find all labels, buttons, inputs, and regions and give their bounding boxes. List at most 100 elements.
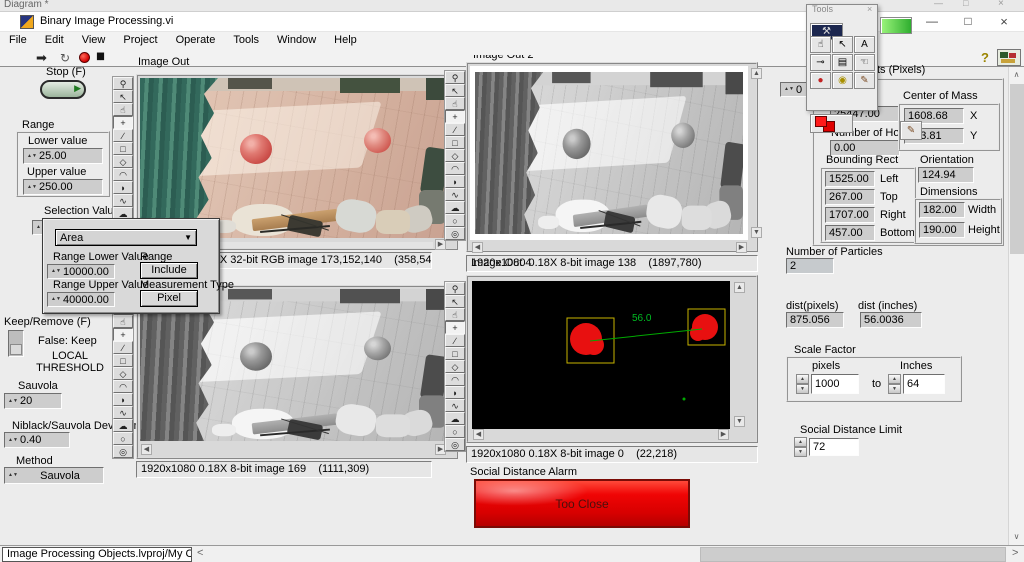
lower-value-spinner[interactable]: ▲▼	[27, 154, 36, 159]
rectangle-roi-tool-icon[interactable]: □	[445, 347, 465, 360]
scroll-down-icon[interactable]: ▼	[751, 227, 762, 238]
select-tool-icon[interactable]: ↖	[113, 90, 133, 103]
minimize-button[interactable]: —	[916, 12, 948, 32]
upper-value-spinner[interactable]: ▲▼	[27, 185, 36, 190]
pan-tool-icon[interactable]: ☝	[113, 315, 133, 328]
range-upper-value-field[interactable]: ▲▼ 40000.00	[47, 292, 115, 307]
position-select-tool[interactable]: ↖	[832, 36, 853, 53]
object-menu-tool[interactable]: ▤	[832, 54, 853, 71]
menu-tools[interactable]: Tools	[224, 32, 268, 48]
help-icon[interactable]: ?	[981, 50, 989, 65]
freehand-region-tool-icon[interactable]: ☁	[113, 419, 133, 432]
run-button[interactable]: ➡	[36, 50, 47, 66]
auto-tool-led[interactable]	[880, 17, 912, 34]
sdl-spinner[interactable]: ▲▼	[794, 437, 807, 457]
social-distance-limit-field[interactable]: 72	[809, 438, 859, 456]
point-tool-icon[interactable]: +	[445, 110, 465, 123]
scroll-down-icon[interactable]: ▼	[734, 416, 745, 427]
scroll-hand-tool[interactable]: ☜	[854, 54, 875, 71]
range-upper-spinner[interactable]: ▲▼	[51, 297, 60, 302]
menu-operate[interactable]: Operate	[167, 32, 225, 48]
freehand-line-tool-icon[interactable]: ∿	[445, 188, 465, 201]
include-button[interactable]: Include	[140, 262, 198, 279]
maximize-button[interactable]: □	[952, 12, 984, 32]
bg-minimize-button[interactable]: —	[934, 0, 943, 8]
project-tab[interactable]: Image Processing Objects.lvproj/My Compu…	[2, 547, 192, 562]
results-index-field[interactable]: ▲▼ 0	[780, 82, 808, 97]
inches-field[interactable]: 64	[903, 374, 945, 394]
scroll-right-icon[interactable]: ▶	[736, 242, 747, 253]
annulus-roi-tool-icon[interactable]: ◎	[113, 445, 133, 458]
scroll-left-icon[interactable]: ◀	[472, 242, 483, 253]
image2-display[interactable]: ▲ ▼ ◀ ▶	[466, 62, 758, 252]
freehand-region-tool-icon[interactable]: ☁	[445, 412, 465, 425]
pixels-field[interactable]: 1000	[811, 374, 859, 394]
image1-canvas[interactable]	[140, 78, 446, 238]
image4-display[interactable]: 56.0 ▲ ▼ ◀ ▶	[466, 275, 758, 443]
rectangle-roi-tool-icon[interactable]: □	[113, 354, 133, 367]
image2-canvas[interactable]	[475, 72, 743, 234]
measurement-dropdown[interactable]: Area ▼	[55, 229, 197, 246]
scroll-down-icon[interactable]: ∨	[1009, 529, 1024, 544]
vi-icon[interactable]	[997, 49, 1021, 66]
line-tool-icon[interactable]: ∕	[445, 123, 465, 136]
paintbrush-tool[interactable]: ✎	[900, 121, 922, 140]
arc-roi-tool-icon[interactable]: ◠	[113, 168, 133, 181]
bg-maximize-button[interactable]: □	[963, 0, 968, 8]
pan-tool-icon[interactable]: ☝	[445, 308, 465, 321]
inches-spinner[interactable]: ▲▼	[888, 374, 901, 394]
point-tool-icon[interactable]: +	[113, 116, 133, 129]
run-continuous-button[interactable]: ↻	[60, 51, 70, 65]
rotated-rect-roi-tool-icon[interactable]: ◇	[445, 149, 465, 162]
tab-scroll-left-icon[interactable]: <	[197, 547, 203, 559]
pixels-spinner[interactable]: ▲▼	[796, 374, 809, 394]
scrollbar-thumb[interactable]	[1010, 84, 1024, 254]
scroll-right-icon[interactable]: >	[1012, 547, 1018, 559]
range-lower-value-field[interactable]: ▲▼ 10000.00	[47, 264, 115, 279]
menu-file[interactable]: File	[0, 32, 36, 48]
rectangle-roi-tool-icon[interactable]: □	[445, 136, 465, 149]
operate-value-tool[interactable]: ☝	[810, 36, 831, 53]
line-tool-icon[interactable]: ∕	[445, 334, 465, 347]
get-color-tool[interactable]: ✎	[854, 72, 875, 89]
polygon-roi-tool-icon[interactable]: ◗	[445, 386, 465, 399]
arc-roi-tool-icon[interactable]: ◠	[445, 162, 465, 175]
scroll-up-icon[interactable]: ▲	[734, 282, 745, 293]
scrollbar-thumb[interactable]	[700, 547, 1006, 562]
annulus-roi-tool-icon[interactable]: ◎	[445, 438, 465, 451]
sauvola-spinner[interactable]: ▲▼	[8, 399, 17, 404]
abort-button[interactable]	[79, 52, 90, 63]
pixel-button[interactable]: Pixel	[140, 290, 198, 307]
edit-text-tool[interactable]: A	[854, 36, 875, 53]
niblack-spinner[interactable]: ▲▼	[8, 438, 17, 443]
oval-roi-tool-icon[interactable]: ○	[113, 432, 133, 445]
select-tool-icon[interactable]: ↖	[445, 295, 465, 308]
point-tool-icon[interactable]: +	[113, 328, 133, 341]
breakpoint-tool[interactable]: ●	[810, 72, 831, 89]
freehand-line-tool-icon[interactable]: ∿	[113, 406, 133, 419]
upper-value-field[interactable]: ▲▼ 250.00	[23, 179, 103, 195]
polygon-roi-tool-icon[interactable]: ◗	[113, 393, 133, 406]
pan-tool-icon[interactable]: ☝	[445, 97, 465, 110]
rectangle-roi-tool-icon[interactable]: □	[113, 142, 133, 155]
rotated-rect-roi-tool-icon[interactable]: ◇	[113, 367, 133, 380]
set-color-tool[interactable]	[810, 114, 853, 133]
method-ring[interactable]: ▲▼ Sauvola	[4, 467, 104, 484]
pause-button[interactable]: ▮▮	[96, 51, 103, 62]
panel-vertical-scrollbar[interactable]: ∧ ∨	[1008, 67, 1024, 545]
menu-view[interactable]: View	[73, 32, 115, 48]
select-tool-icon[interactable]: ↖	[445, 84, 465, 97]
polygon-roi-tool-icon[interactable]: ◗	[445, 175, 465, 188]
stop-button[interactable]: ▶	[40, 80, 86, 99]
results-index-spinner[interactable]: ▲▼	[784, 87, 793, 92]
menu-window[interactable]: Window	[268, 32, 325, 48]
range-lower-spinner[interactable]: ▲▼	[51, 269, 60, 274]
line-tool-icon[interactable]: ∕	[113, 341, 133, 354]
bg-close-button[interactable]: ×	[998, 0, 1004, 9]
tools-palette-close-icon[interactable]: ×	[867, 4, 872, 14]
horizontal-scrollbar[interactable]	[212, 547, 1008, 562]
oval-roi-tool-icon[interactable]: ○	[445, 214, 465, 227]
point-tool-icon[interactable]: +	[445, 321, 465, 334]
image4-canvas[interactable]: 56.0	[472, 281, 730, 429]
freehand-region-tool-icon[interactable]: ☁	[445, 201, 465, 214]
